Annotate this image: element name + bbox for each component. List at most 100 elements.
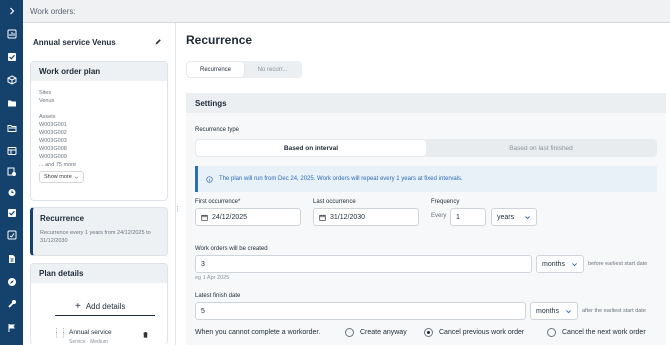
- asset-item: W003G002: [39, 130, 67, 136]
- info-icon: [206, 175, 213, 183]
- asset-item: W003G001: [39, 122, 67, 128]
- chevron-right-icon[interactable]: [5, 5, 18, 16]
- tab-no-recurrence[interactable]: No recurr...: [244, 62, 301, 77]
- last-occurrence-label: Last occurrence: [313, 199, 356, 205]
- asset-item: W003G008: [39, 146, 67, 152]
- plus-icon: +: [75, 301, 81, 312]
- flag-icon[interactable]: [5, 322, 18, 333]
- plan-details-card: Plan details + Add details ⋮⋮ ⋮⋮ Annual s…: [30, 263, 168, 345]
- calendar-icon: [201, 214, 208, 221]
- work-order-plan-card: Work order plan Sites Venus Assets W003G…: [30, 61, 168, 201]
- first-occurrence-value: 24/12/2025: [212, 213, 248, 221]
- radio-button[interactable]: [424, 328, 433, 337]
- chart-icon[interactable]: [5, 28, 18, 39]
- cannot-complete-label: When you cannot complete a workorder.: [195, 329, 321, 336]
- add-details-button[interactable]: + Add details: [75, 301, 125, 312]
- radio-create-anyway[interactable]: Create anyway: [345, 328, 407, 337]
- wrench-icon[interactable]: [5, 298, 18, 309]
- created-input[interactable]: 3: [195, 255, 532, 273]
- radio-label: Cancel previous work order: [439, 329, 525, 336]
- radio-button[interactable]: [345, 328, 354, 337]
- created-suffix: before earliest start date: [588, 261, 648, 267]
- first-occurrence-field[interactable]: 24/12/2025: [195, 208, 301, 226]
- recurrence-type-label: Recurrence type: [195, 127, 240, 133]
- detail-item-sub: Service · Medium: [69, 339, 108, 345]
- checklist-icon[interactable]: [5, 207, 18, 218]
- sidebar: [0, 0, 23, 345]
- created-unit: months: [542, 260, 565, 268]
- add-details-underline: [55, 315, 155, 316]
- last-occurrence-field[interactable]: 31/12/2030: [313, 208, 419, 226]
- asset-item: W003G003: [39, 138, 67, 144]
- breadcrumb: Work orders:: [23, 0, 670, 23]
- page-title: Recurrence: [186, 33, 253, 47]
- chevron-down-icon: [525, 215, 530, 219]
- chevron-down-icon: [572, 262, 577, 266]
- layers-icon[interactable]: [5, 145, 18, 156]
- page-breadcrumb-title: Work orders:: [30, 6, 76, 16]
- checkbox-icon[interactable]: [5, 51, 18, 62]
- frequency-value: 1: [456, 213, 460, 221]
- frequency-prefix: Every: [431, 213, 447, 219]
- assets-more: ... and 75 more: [39, 162, 76, 168]
- compass-icon[interactable]: [5, 276, 18, 287]
- folder-icon[interactable]: [5, 97, 18, 108]
- card-heading: Plan details: [31, 264, 167, 283]
- radio-label: Create anyway: [360, 329, 407, 336]
- frequency-label: Frequency: [431, 199, 460, 205]
- document-check-icon[interactable]: [5, 229, 18, 240]
- show-more-button[interactable]: Show more: [39, 171, 84, 183]
- option-based-on-interval[interactable]: Based on interval: [196, 140, 426, 156]
- trash-icon[interactable]: [142, 331, 149, 340]
- folder-open-icon[interactable]: [5, 122, 18, 133]
- plan-title: Annual service Venus: [33, 38, 116, 47]
- tab-bar: Recurrence No recurr...: [186, 61, 302, 78]
- radio-cancel-next[interactable]: Cancel the next work order: [547, 328, 646, 337]
- recurrence-card[interactable]: Recurrence Recurrence every 1 years from…: [30, 207, 168, 256]
- location-icon[interactable]: [5, 166, 18, 177]
- drag-handle-icon[interactable]: ⋮⋮ ⋮⋮: [53, 328, 67, 339]
- clock-icon[interactable]: [5, 186, 18, 197]
- chevron-down-icon: [566, 309, 571, 313]
- asset-item: W003G009: [39, 154, 67, 160]
- radio-button[interactable]: [547, 328, 556, 337]
- chevron-down-icon: [74, 176, 79, 179]
- calendar-icon: [319, 214, 326, 221]
- frequency-unit-select[interactable]: years: [491, 208, 537, 226]
- info-text: The plan will run from Dec 24, 2025. Wor…: [219, 176, 463, 182]
- recurrence-type-toggle: Based on interval Based on last finished: [195, 139, 657, 157]
- last-occurrence-value: 31/12/2030: [330, 213, 366, 221]
- recurrence-summary: Recurrence every 1 years from 24/12/2025…: [40, 230, 151, 244]
- option-based-on-last-finished[interactable]: Based on last finished: [426, 140, 656, 156]
- card-heading: Recurrence: [40, 214, 85, 223]
- file-icon[interactable]: [5, 253, 18, 264]
- box-icon[interactable]: [5, 74, 18, 85]
- tab-recurrence[interactable]: Recurrence: [187, 62, 244, 77]
- finish-label: Latest finish date: [195, 293, 241, 299]
- assets-label: Assets: [39, 114, 56, 120]
- edit-icon[interactable]: [154, 38, 162, 48]
- finish-suffix: after the earliest start date: [582, 308, 646, 314]
- finish-unit-select[interactable]: months: [530, 302, 578, 320]
- settings-heading: Settings: [186, 93, 666, 113]
- frequency-unit: years: [497, 213, 515, 221]
- first-occurrence-label: First occurrence*: [195, 199, 241, 205]
- sites-label: Sites: [39, 90, 52, 96]
- main-content: Recurrence Recurrence No recurr... Setti…: [178, 23, 670, 345]
- finish-unit: months: [536, 307, 559, 315]
- created-label: Work orders will be created: [195, 246, 268, 252]
- detail-item-title: Annual service: [69, 329, 112, 336]
- site-value: Venus: [39, 98, 55, 104]
- frequency-input[interactable]: 1: [450, 208, 486, 226]
- created-value: 3: [201, 260, 205, 268]
- finish-value: 5: [201, 307, 205, 315]
- panel-divider: [175, 23, 176, 345]
- finish-input[interactable]: 5: [195, 302, 526, 320]
- radio-label: Cancel the next work order: [562, 329, 646, 336]
- radio-cancel-previous[interactable]: Cancel previous work order: [424, 328, 524, 337]
- add-details-label: Add details: [85, 302, 126, 311]
- created-hint: eg 1 Apr 2025: [195, 275, 230, 281]
- info-banner: The plan will run from Dec 24, 2025. Wor…: [195, 166, 657, 192]
- card-heading: Work order plan: [31, 62, 167, 81]
- created-unit-select[interactable]: months: [536, 255, 584, 273]
